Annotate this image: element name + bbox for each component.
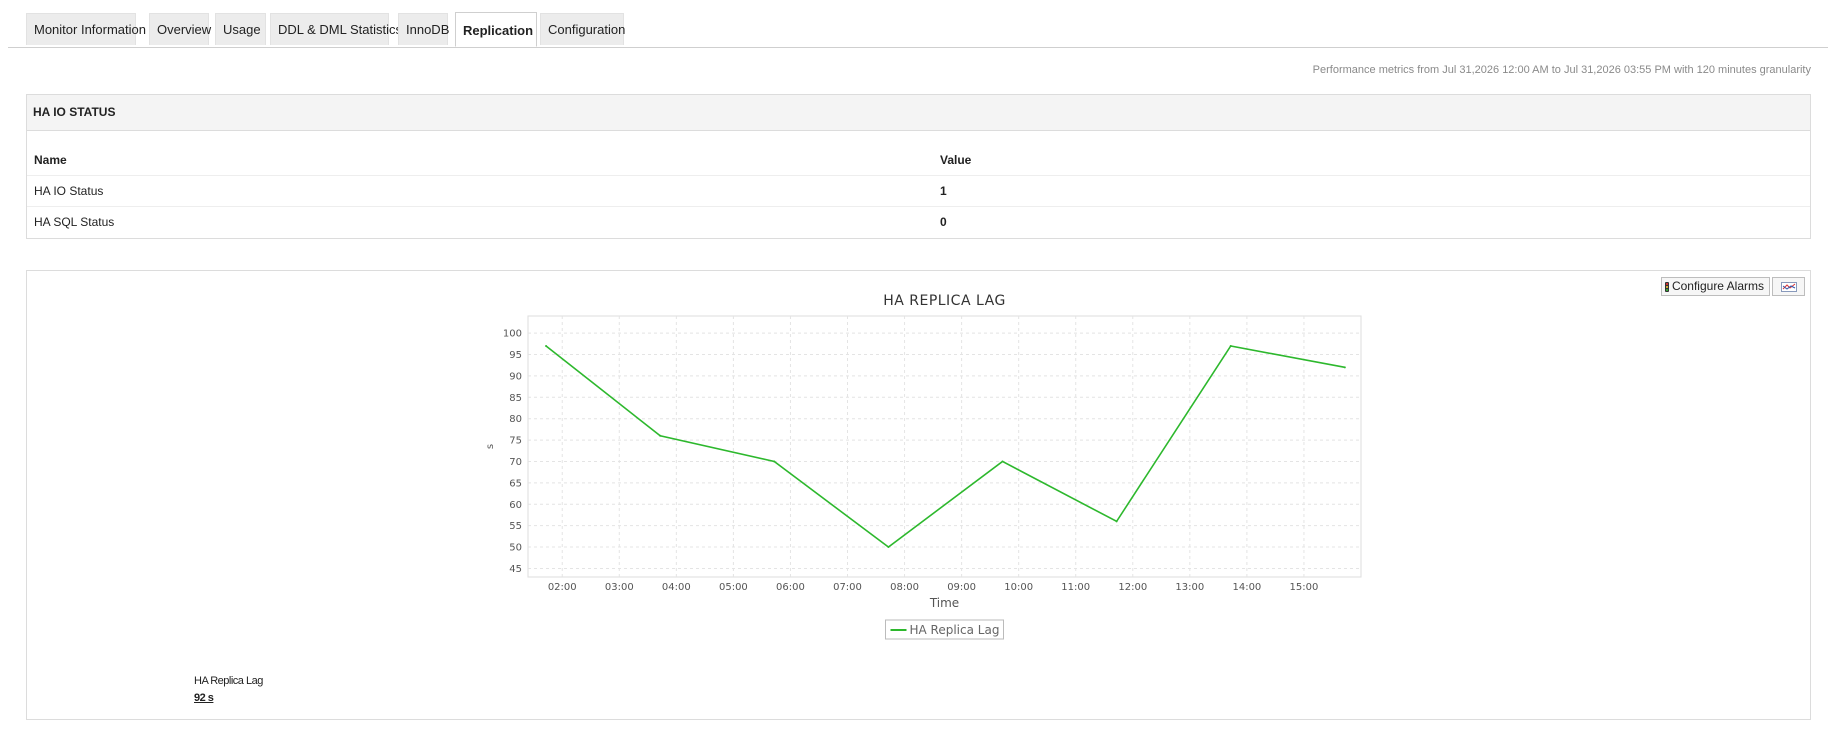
row-name: HA SQL Status (34, 215, 115, 229)
x-tick-label: 10:00 (1004, 582, 1033, 593)
row-value: 1 (933, 175, 1810, 207)
tab-replication[interactable]: Replication (455, 12, 537, 47)
traffic-light-icon (1664, 281, 1669, 292)
y-tick-label: 65 (509, 478, 522, 489)
ha-io-status-panel: HA IO STATUS Name Value HA IO Status 1 H… (26, 94, 1811, 239)
column-header-value: Value (933, 145, 1810, 176)
x-tick-label: 09:00 (947, 582, 976, 593)
y-tick-label: 50 (509, 543, 522, 554)
replica-lag-chart: 45 50 55 60 65 70 75 80 85 90 95 100 02:00 03:00 04:00… (485, 293, 1362, 640)
y-tick-label: 95 (509, 350, 522, 361)
legend-label: HA Replica Lag (910, 623, 1000, 637)
table-row: HA SQL Status 0 (27, 207, 1810, 238)
x-axis-label: Time (929, 596, 959, 610)
graph-icon (1780, 281, 1797, 292)
tab-usage[interactable]: Usage (215, 13, 266, 45)
x-tick-label: 08:00 (890, 582, 919, 593)
data-point (1001, 460, 1004, 463)
graph-options-button[interactable] (1772, 277, 1805, 296)
y-tick-label: 60 (509, 500, 522, 511)
y-tick-label: 45 (509, 564, 522, 575)
ha-io-status-table: Name Value HA IO Status 1 HA SQL Status … (27, 145, 1810, 237)
x-tick-label: 12:00 (1118, 582, 1147, 593)
x-tick-label: 02:00 (548, 582, 577, 593)
data-point (1343, 366, 1346, 369)
x-tick-label: 11:00 (1061, 582, 1090, 593)
tab-monitor-information[interactable]: Monitor Information (26, 13, 146, 45)
x-tick-label: 05:00 (719, 582, 748, 593)
tab-overview[interactable]: Overview (149, 13, 211, 45)
summary-value[interactable]: 92 s (194, 692, 263, 704)
x-tick-label: 06:00 (776, 582, 805, 593)
y-axis-label: s (485, 444, 496, 449)
data-point (1229, 344, 1232, 347)
panel-title: HA IO STATUS (27, 95, 1810, 131)
x-tick-label: 07:00 (833, 582, 862, 593)
data-point (659, 434, 662, 437)
chart-title: HA REPLICA LAG (883, 293, 1006, 309)
data-point (887, 546, 890, 549)
y-tick-label: 55 (509, 521, 522, 532)
table-header-row: Name Value (27, 145, 1810, 176)
y-tick-label: 75 (509, 436, 522, 447)
x-tick-label: 13:00 (1175, 582, 1204, 593)
y-tick-label: 70 (509, 457, 522, 468)
tab-ddl-dml-statistics[interactable]: DDL & DML Statistics (270, 13, 402, 45)
configure-alarms-label: Configure Alarms (1671, 279, 1764, 293)
row-name: HA IO Status (27, 175, 933, 207)
row-value: 0 (940, 215, 947, 229)
configure-alarms-button[interactable]: Configure Alarms (1660, 277, 1770, 296)
tab-innodb[interactable]: InnoDB (398, 13, 449, 45)
data-point (545, 344, 548, 347)
plot-area (527, 315, 1362, 578)
table-row: HA IO Status 1 (27, 175, 1810, 207)
summary-label: HA Replica Lag (194, 675, 263, 687)
y-tick-label: 80 (509, 414, 522, 425)
y-tick-label: 100 (503, 329, 522, 340)
x-tick-label: 04:00 (662, 582, 691, 593)
replica-lag-chart-panel: 45 50 55 60 65 70 75 80 85 90 95 100 02:00 03:00 04:00… (26, 270, 1811, 720)
data-point (1115, 520, 1118, 523)
lag-summary: HA Replica Lag 92 s (194, 675, 263, 704)
data-point (773, 460, 776, 463)
y-tick-label: 85 (509, 393, 522, 404)
y-tick-label: 90 (509, 371, 522, 382)
x-tick-label: 03:00 (605, 582, 634, 593)
x-tick-label: 15:00 (1290, 582, 1319, 593)
performance-metrics-note: Performance metrics from Jul 31,2026 12:… (1312, 64, 1811, 76)
column-header-name: Name (27, 145, 933, 176)
tab-bar: Monitor Information Overview Usage DDL &… (8, 0, 1828, 48)
tab-configuration[interactable]: Configuration (540, 13, 625, 45)
x-tick-label: 14:00 (1232, 582, 1261, 593)
